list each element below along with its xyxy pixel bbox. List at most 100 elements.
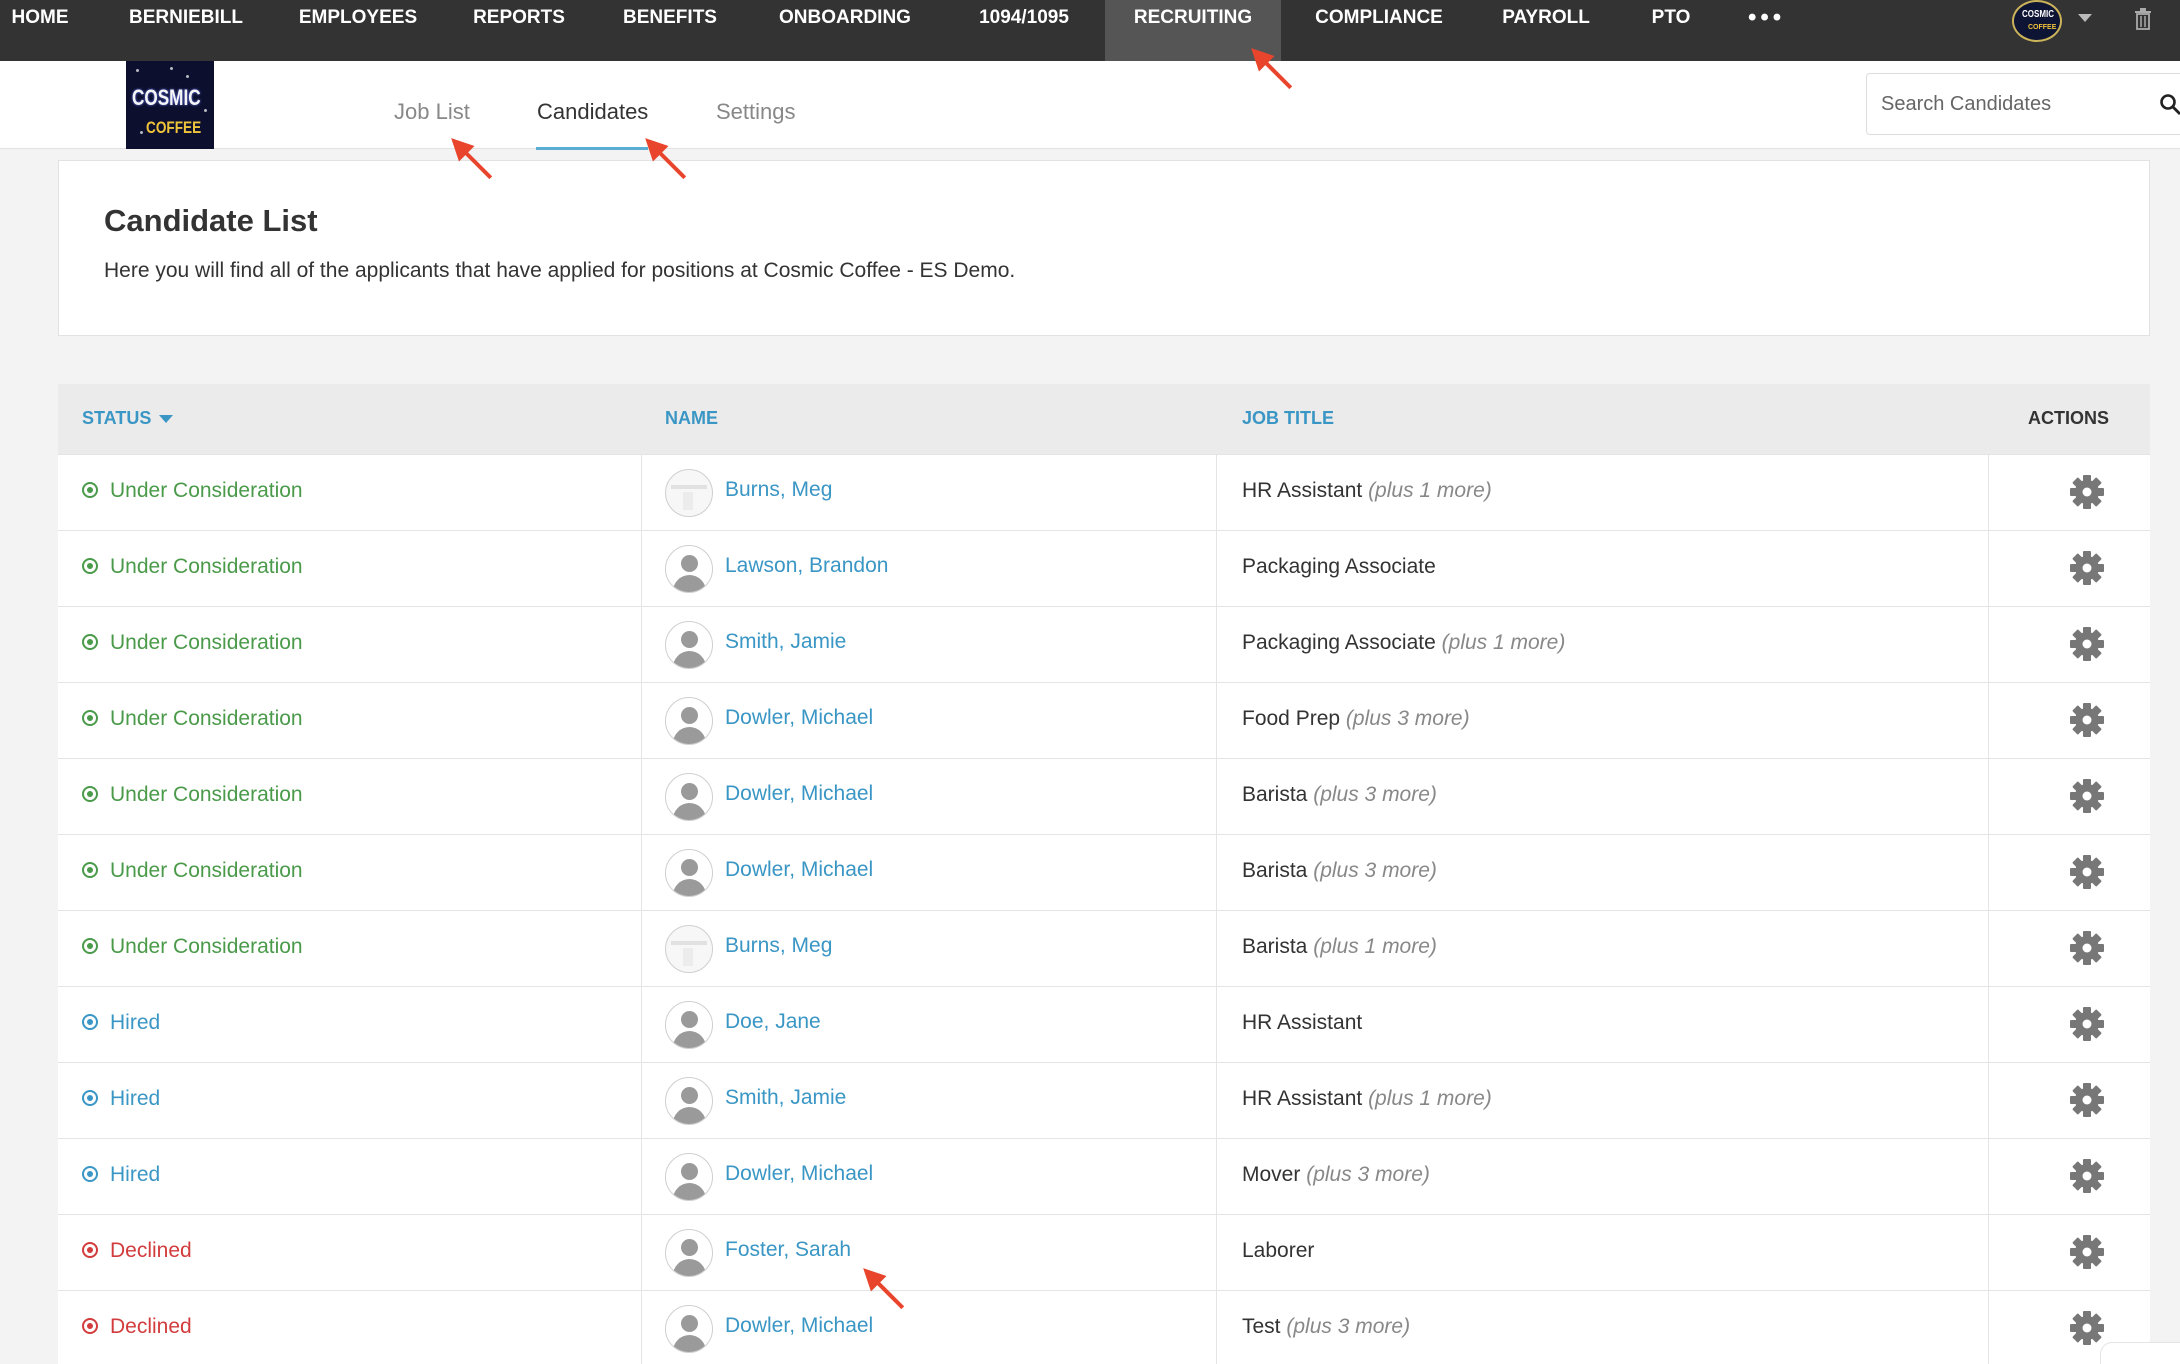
search-icon[interactable] [2160, 94, 2180, 116]
status-badge: Under Consideration [82, 555, 303, 579]
candidate-avatar [665, 697, 713, 745]
name-column-header[interactable]: NAME [665, 408, 718, 429]
job-title-label: Laborer [1242, 1239, 1315, 1262]
nav-item-pto[interactable]: PTO [1636, 0, 1706, 61]
column-divider [641, 607, 642, 683]
status-consider-icon [82, 634, 98, 650]
status-badge: Under Consideration [82, 935, 303, 959]
cosmic-coffee-logo: COSMIC COFFEE [126, 61, 214, 149]
table-row: Hired Smith, Jamie HR Assistant (plus 1 mo… [58, 1062, 2150, 1139]
page-description: Here you will find all of the applicants… [104, 259, 1016, 282]
column-divider [641, 455, 642, 531]
avatar-text-line2: COFFEE [2028, 24, 2057, 31]
candidate-name-link[interactable]: Dowler, Michael [725, 858, 873, 882]
job-title-more: (plus 3 more) [1313, 783, 1437, 806]
job-title-column-header[interactable]: JOB TITLE [1242, 408, 1334, 429]
column-divider [1988, 1063, 1989, 1139]
column-divider [641, 1139, 642, 1215]
tab-settings[interactable]: Settings [716, 99, 796, 125]
table-row: Declined Dowler, Michael Test (plus 3 more… [58, 1290, 2150, 1364]
gear-icon[interactable] [2068, 1233, 2106, 1271]
table-row: Under Consideration Dowler, Michael Barist… [58, 758, 2150, 835]
column-divider [1988, 911, 1989, 987]
job-title-more: (plus 3 more) [1286, 1315, 1411, 1338]
gear-icon[interactable] [2068, 701, 2106, 739]
job-title-label: Food Prep [1242, 707, 1341, 730]
status-hired-icon [82, 1014, 98, 1030]
nav-item-1094-1095[interactable]: 1094/1095 [962, 0, 1086, 61]
job-title: HR Assistant (plus 1 more) [1242, 1087, 1492, 1111]
tab-job-list[interactable]: Job List [394, 99, 470, 125]
nav-item-berniebill[interactable]: BERNIEBILL [120, 0, 252, 61]
page-corner-widget [2100, 1342, 2180, 1364]
status-badge: Declined [82, 1239, 192, 1263]
job-title-label: Barista [1242, 859, 1308, 882]
gear-icon[interactable] [2068, 929, 2106, 967]
search-input[interactable] [1881, 88, 2131, 120]
sort-down-icon [159, 415, 174, 424]
nav-item-benefits[interactable]: BENEFITS [612, 0, 728, 61]
candidate-avatar [665, 1077, 713, 1125]
job-title-more: (plus 3 more) [1313, 859, 1437, 882]
status-badge: Under Consideration [82, 859, 303, 883]
status-consider-icon [82, 482, 98, 498]
candidate-name-link[interactable]: Doe, Jane [725, 1010, 821, 1034]
job-title: HR Assistant (plus 1 more) [1242, 479, 1492, 503]
column-divider [1216, 531, 1217, 607]
gear-icon[interactable] [2068, 625, 2106, 663]
column-divider [1216, 607, 1217, 683]
candidate-name-link[interactable]: Dowler, Michael [725, 1314, 873, 1338]
candidate-name-link[interactable]: Foster, Sarah [725, 1238, 851, 1262]
job-title: HR Assistant [1242, 1011, 1362, 1035]
candidate-name-link[interactable]: Dowler, Michael [725, 782, 873, 806]
candidate-name-link[interactable]: Smith, Jamie [725, 630, 846, 654]
nav-item-onboarding[interactable]: ONBOARDING [766, 0, 924, 61]
table-row: Hired Dowler, Michael Mover (plus 3 more) [58, 1138, 2150, 1215]
candidate-table: STATUS NAME JOB TITLE ACTIONS Under Cons… [58, 384, 2150, 1364]
tab-candidates[interactable]: Candidates [537, 99, 648, 125]
nav-item-home[interactable]: HOME [0, 0, 80, 61]
nav-item-employees[interactable]: EMPLOYEES [290, 0, 426, 61]
company-avatar[interactable]: COSMIC COFFEE [2012, 0, 2062, 42]
candidate-name-link[interactable]: Burns, Meg [725, 934, 832, 958]
candidate-name-link[interactable]: Dowler, Michael [725, 1162, 873, 1186]
gear-icon[interactable] [2068, 473, 2106, 511]
candidate-name-link[interactable]: Smith, Jamie [725, 1086, 846, 1110]
candidate-name-link[interactable]: Burns, Meg [725, 478, 832, 502]
status-badge: Hired [82, 1163, 160, 1187]
status-label: Under Consideration [110, 935, 303, 958]
trash-icon[interactable] [2134, 8, 2152, 30]
active-tab-indicator [536, 147, 648, 150]
candidate-avatar [665, 925, 713, 973]
candidate-avatar [665, 545, 713, 593]
more-menu-icon[interactable]: ••• [1748, 4, 1785, 32]
nav-item-payroll[interactable]: PAYROLL [1492, 0, 1600, 61]
column-divider [1988, 835, 1989, 911]
gear-icon[interactable] [2068, 853, 2106, 891]
table-row: Under Consideration Smith, Jamie Packaging… [58, 606, 2150, 683]
status-label: Hired [110, 1087, 161, 1110]
gear-icon[interactable] [2068, 1309, 2106, 1347]
job-title-more: (plus 1 more) [1441, 631, 1566, 654]
gear-icon[interactable] [2068, 549, 2106, 587]
gear-icon[interactable] [2068, 1081, 2106, 1119]
candidate-name-link[interactable]: Dowler, Michael [725, 706, 873, 730]
gear-icon[interactable] [2068, 1157, 2106, 1195]
table-row: Declined Foster, Sarah Laborer [58, 1214, 2150, 1291]
status-badge: Under Consideration [82, 707, 303, 731]
nav-item-compliance[interactable]: COMPLIANCE [1304, 0, 1454, 61]
nav-item-reports[interactable]: REPORTS [462, 0, 576, 61]
job-title-label: Packaging Associate [1242, 631, 1436, 654]
column-divider [1988, 1215, 1989, 1291]
candidate-avatar [665, 1001, 713, 1049]
job-title: Barista (plus 3 more) [1242, 783, 1437, 807]
job-title-label: HR Assistant [1242, 1011, 1363, 1034]
gear-icon[interactable] [2068, 1005, 2106, 1043]
gear-icon[interactable] [2068, 777, 2106, 815]
column-divider [1216, 987, 1217, 1063]
chevron-down-icon[interactable] [2078, 14, 2092, 22]
status-badge: Hired [82, 1087, 160, 1111]
status-column-header[interactable]: STATUS [82, 408, 174, 429]
candidate-name-link[interactable]: Lawson, Brandon [725, 554, 888, 578]
column-divider [641, 1215, 642, 1291]
